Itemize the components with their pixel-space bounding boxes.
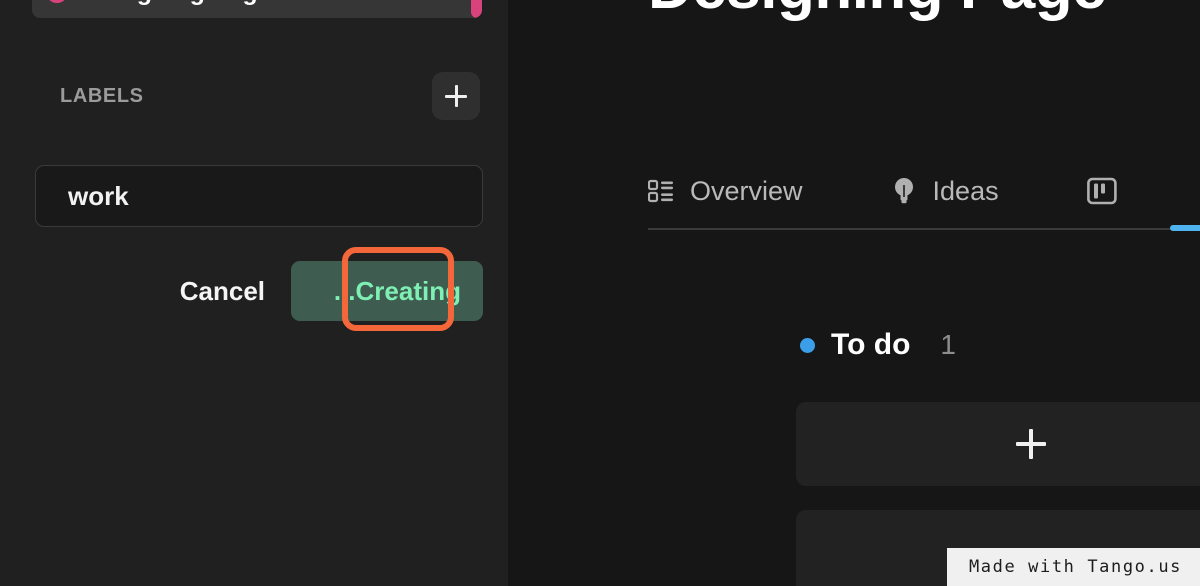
tab-board[interactable] — [1086, 160, 1133, 222]
tab-overview[interactable]: Overview — [648, 160, 803, 222]
tab-active-indicator — [1170, 225, 1200, 231]
board-column-title: To do — [831, 328, 911, 361]
cancel-button[interactable]: Cancel — [166, 268, 279, 315]
label-name-input[interactable] — [35, 165, 483, 227]
sidebar: Designing Page LABELS Cancel ...Creating — [0, 0, 508, 586]
list-overview-icon — [648, 178, 674, 204]
project-name: Designing Page — [84, 0, 272, 7]
tab-ideas-label: Ideas — [932, 175, 999, 206]
app-root: Designing Page LABELS Cancel ...Creating… — [0, 0, 1200, 586]
status-dot-icon — [800, 337, 815, 353]
page-title: Designing Page — [648, 0, 1107, 23]
label-form-actions: Cancel ...Creating — [0, 256, 508, 326]
tango-watermark: Made with Tango.us — [946, 548, 1200, 586]
plus-icon — [1016, 429, 1046, 459]
tab-divider — [648, 228, 1200, 230]
project-accent-bar — [471, 0, 482, 18]
add-card-button[interactable] — [796, 402, 1200, 486]
board-column-count: 1 — [940, 329, 956, 360]
create-label-button[interactable]: ...Creating — [291, 261, 483, 321]
labels-title: LABELS — [60, 84, 144, 107]
main-panel: Designing Page Overview — [508, 0, 1200, 586]
tab-overview-label: Overview — [690, 175, 803, 206]
plus-icon — [445, 85, 467, 107]
sidebar-item-project[interactable]: Designing Page — [32, 0, 482, 18]
board-column-header: To do 1 — [800, 328, 956, 362]
board-kanban-icon — [1086, 176, 1117, 206]
tab-bar: Overview Ideas — [648, 152, 1200, 230]
add-label-button[interactable] — [432, 72, 480, 120]
labels-section-header: LABELS — [0, 66, 508, 126]
tab-ideas[interactable]: Ideas — [891, 160, 999, 222]
lightbulb-icon — [891, 176, 917, 206]
circle-ring-icon — [46, 0, 68, 3]
